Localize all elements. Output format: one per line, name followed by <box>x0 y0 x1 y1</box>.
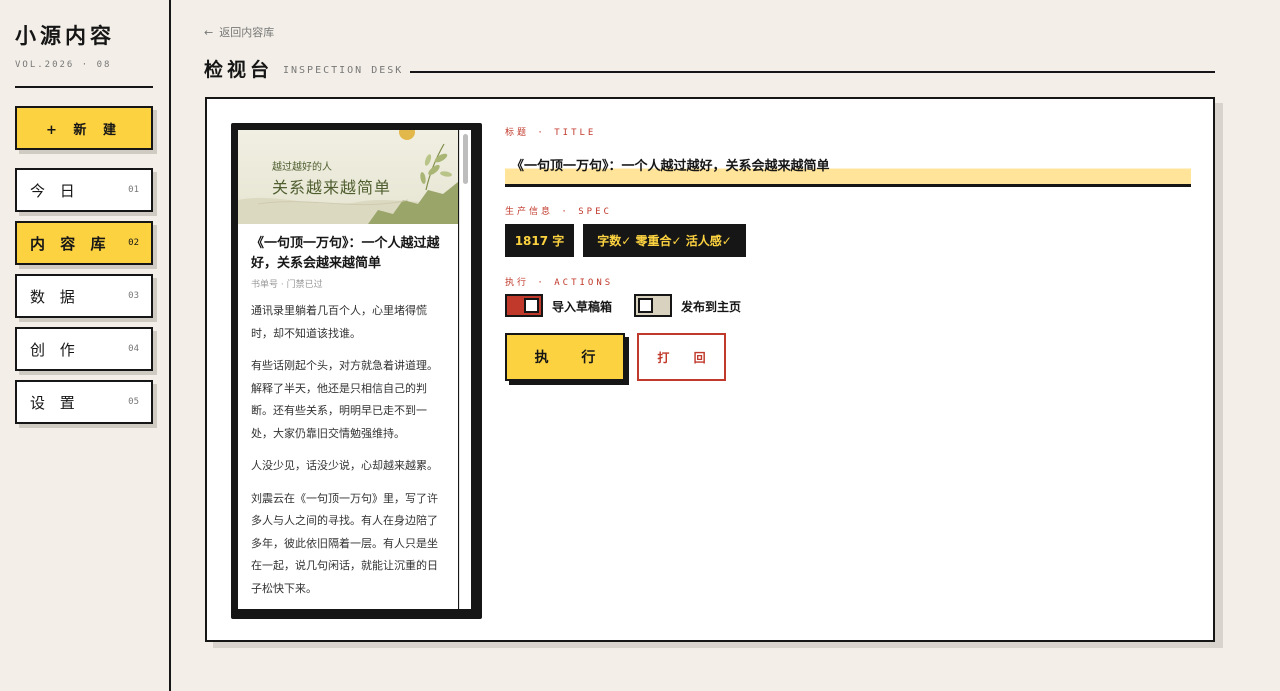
publish-homepage-toggle[interactable] <box>634 294 672 317</box>
brand-volume: VOL.2026 · 08 <box>15 60 112 70</box>
sidebar-item-settings[interactable]: 设 置 05 <box>15 380 153 424</box>
sidebar: 小源内容 VOL.2026 · 08 + 新 建 今 日 01 内 容 库 02… <box>0 0 171 691</box>
article-body: 通讯录里躺着几百个人，心里堵得慌时，却不知道该找谁。 有些话刚起个头，对方就急着… <box>251 300 441 609</box>
sidebar-item-data[interactable]: 数 据 03 <box>15 274 153 318</box>
page-title: 检视台 <box>204 59 274 81</box>
brand-divider <box>15 86 153 88</box>
sidebar-item-label: 创 作 <box>30 340 80 359</box>
sidebar-item-number: 02 <box>128 238 139 248</box>
sidebar-item-library[interactable]: 内 容 库 02 <box>15 221 153 265</box>
article-paragraph: 通讯录里躺着几百个人，心里堵得慌时，却不知道该找谁。 <box>251 304 427 340</box>
word-count-badge: 1817 字 <box>505 224 574 257</box>
sidebar-item-number: 03 <box>128 291 139 301</box>
sidebar-item-label: 数 据 <box>30 287 80 306</box>
sidebar-item-number: 04 <box>128 344 139 354</box>
article-paragraph: 有些话刚起个头，对方就急着讲道理。解释了半天，他还是只相信自己的判断。还有些关系… <box>251 359 438 440</box>
import-drafts-toggle[interactable] <box>505 294 543 317</box>
article-paragraph: 刘震云在《一句顶一万句》里，写了许多人与人之间的寻找。有人在身边陪了多年，彼此依… <box>251 491 438 595</box>
app-root: 小源内容 VOL.2026 · 08 + 新 建 今 日 01 内 容 库 02… <box>0 0 1280 691</box>
article-title: 《一句顶一万句》：一个人越过越好，关系会越来越简单 <box>251 236 440 271</box>
mobile-preview-screen[interactable]: 越过越好的人 关系越来越简单 《一句顶一万句》：一个人越过越好，关系会越来越简单… <box>238 130 458 609</box>
preview-scroll-thumb[interactable] <box>463 134 468 184</box>
toggle-knob <box>638 298 653 313</box>
spec-section-label: 生产信息 · SPEC <box>505 207 612 217</box>
title-section-label: 标题 · TITLE <box>505 128 597 138</box>
back-link-label: 返回内容库 <box>219 26 275 39</box>
sidebar-item-label: 内 容 库 <box>30 234 111 253</box>
header-divider <box>410 71 1215 73</box>
sidebar-item-label: 设 置 <box>30 393 80 412</box>
article-cover-banner: 越过越好的人 关系越来越简单 <box>238 130 458 224</box>
quality-check-badge: 字数✓ 零重合✓ 活人感✓ <box>583 224 746 257</box>
back-arrow-icon: ← <box>204 26 214 39</box>
brand-title: 小源内容 <box>15 23 115 48</box>
toggle-knob <box>524 298 539 313</box>
inspection-card: 越过越好的人 关系越来越简单 《一句顶一万句》：一个人越过越好，关系会越来越简单… <box>205 97 1215 642</box>
cover-title: 关系越来越简单 <box>272 178 392 197</box>
page-subtitle: INSPECTION DESK <box>283 65 404 76</box>
sidebar-item-number: 05 <box>128 397 139 407</box>
title-field[interactable]: 《一句顶一万句》：一个人越过越好，关系会越来越简单 <box>505 147 1191 187</box>
sidebar-item-today[interactable]: 今 日 01 <box>15 168 153 212</box>
preview-scrollbar[interactable] <box>459 130 471 609</box>
new-button[interactable]: + 新 建 <box>15 106 153 150</box>
publish-homepage-label: 发布到主页 <box>681 300 742 314</box>
reject-button[interactable]: 打 回 <box>637 333 726 381</box>
sidebar-item-create[interactable]: 创 作 04 <box>15 327 153 371</box>
back-to-library-link[interactable]: ← 返回内容库 <box>204 24 274 40</box>
import-drafts-label: 导入草稿箱 <box>552 300 613 314</box>
sidebar-item-label: 今 日 <box>30 181 80 200</box>
article-paragraph: 人没少见，话没少说，心却越来越累。 <box>251 459 438 472</box>
sidebar-item-number: 01 <box>128 185 139 195</box>
execute-button[interactable]: 执 行 <box>505 333 625 381</box>
article-meta: 书单号 · 门禁已过 <box>251 280 323 290</box>
actions-section-label: 执行 · ACTIONS <box>505 278 614 288</box>
cover-subtitle: 越过越好的人 <box>272 162 332 173</box>
mobile-preview-frame: 越过越好的人 关系越来越简单 《一句顶一万句》：一个人越过越好，关系会越来越简单… <box>231 123 482 619</box>
